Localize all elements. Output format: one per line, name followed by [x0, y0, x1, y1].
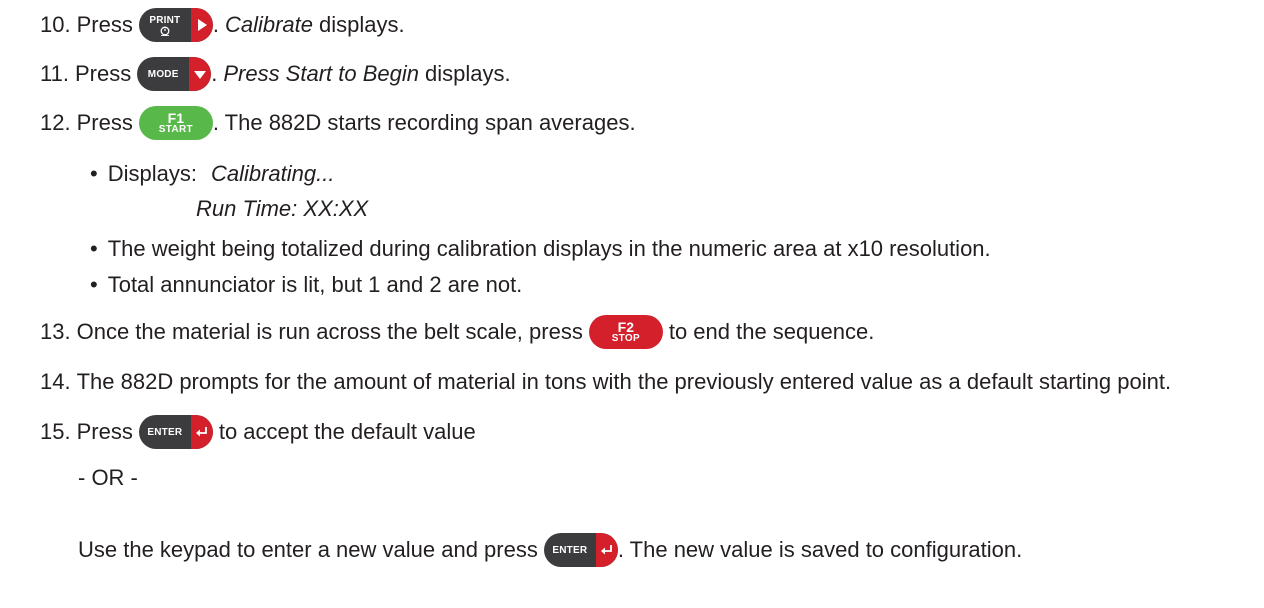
enter-key: ENTER	[543, 533, 618, 567]
step-11: 11. Press MODE . Press Start to Begin di…	[40, 54, 511, 94]
step-text: displays.	[319, 12, 405, 37]
step-text: Press	[76, 12, 133, 37]
step-number: 11.	[40, 61, 69, 86]
bullet-marker: •	[90, 161, 98, 186]
enter-key-label: ENTER	[552, 544, 588, 556]
step-13: 13. Once the material is run across the …	[40, 312, 874, 352]
step-12: 12. Press F1 START . The 882D starts reco…	[40, 103, 636, 143]
step-10: 10. Press PRINT . Calibrate displays.	[40, 5, 405, 45]
arrow-down-icon	[194, 71, 207, 79]
enter-arrow-icon	[195, 427, 207, 437]
enter-arrow-icon	[600, 545, 612, 555]
key-label-top: F1	[167, 109, 185, 126]
bullet-marker: •	[90, 236, 98, 261]
step-text: Press	[76, 419, 133, 444]
display-message: Calibrate	[224, 12, 314, 37]
bullet-label: Displays:	[107, 161, 197, 186]
step-text: The 882D prompts for the amount of mater…	[76, 369, 1172, 394]
final-instruction: Use the keypad to enter a new value and …	[78, 530, 1022, 570]
key-label-top: F2	[617, 318, 634, 335]
or-separator: - OR -	[78, 458, 138, 498]
step-number: 15.	[40, 419, 71, 444]
step-text: Press	[76, 110, 133, 135]
enter-key-label: ENTER	[147, 426, 183, 438]
step-text: displays.	[424, 61, 511, 86]
step-number: 10.	[40, 12, 71, 37]
bullet-text: Total annunciator is lit, but 1 and 2 ar…	[107, 272, 523, 297]
step-number: 12.	[40, 110, 71, 135]
step-text: Use the keypad to enter a new value and …	[78, 537, 538, 562]
step-text: .	[211, 61, 218, 86]
bullet-text: The weight being totalized during calibr…	[107, 236, 991, 261]
key-label-bottom: START	[158, 123, 193, 135]
or-text: - OR -	[78, 465, 138, 490]
document-page: 10. Press PRINT . Calibrate displays. 11…	[0, 0, 1264, 608]
step-15: 15. Press ENTER to accept the default va…	[40, 412, 476, 452]
print-key: PRINT	[138, 8, 213, 42]
clock-icon	[160, 26, 170, 36]
key-label-bottom: STOP	[611, 332, 640, 344]
display-message: Run Time: XX:XX	[196, 196, 369, 221]
display-message: Calibrating...	[210, 161, 335, 186]
bullet-marker: •	[90, 272, 98, 297]
f2-stop-key: F2 STOP	[588, 315, 663, 349]
step-text: to end the sequence.	[668, 319, 875, 344]
step-text: Press	[74, 61, 132, 86]
mode-key-label: MODE	[147, 68, 179, 80]
display-message: Press Start to Begin	[223, 61, 419, 86]
mode-key: MODE	[137, 57, 212, 91]
bullet-displays-line2: Run Time: XX:XX	[196, 189, 368, 229]
step-14: 14. The 882D prompts for the amount of m…	[40, 362, 1171, 402]
step-text: .	[212, 12, 219, 37]
bullet-annunciator: • Total annunciator is lit, but 1 and 2 …	[90, 265, 522, 305]
step-text: to accept the default value	[218, 419, 476, 444]
bullet-weight: • The weight being totalized during cali…	[90, 229, 991, 269]
step-text: Once the material is run across the belt…	[76, 319, 583, 344]
enter-key: ENTER	[138, 415, 213, 449]
step-number: 14.	[40, 369, 71, 394]
print-key-label: PRINT	[149, 14, 181, 26]
step-text: . The new value is saved to configuratio…	[617, 537, 1023, 562]
step-text: . The 882D starts recording span average…	[212, 110, 636, 135]
bullet-displays: • Displays: Calibrating...	[90, 154, 334, 194]
step-number: 13.	[40, 319, 71, 344]
f1-start-key: F1 START	[138, 106, 213, 140]
arrow-right-icon	[197, 19, 207, 31]
